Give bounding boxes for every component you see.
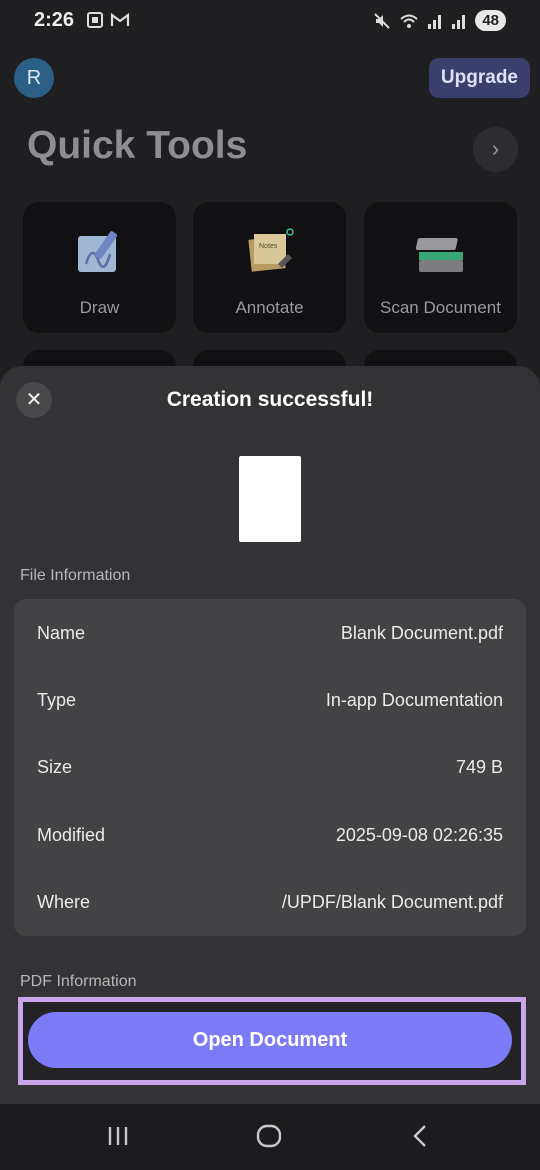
info-row-name: Name Blank Document.pdf [14, 599, 526, 666]
creation-success-sheet: ✕ Creation successful! File Information … [0, 366, 540, 1106]
tool-card-draw[interactable]: Draw [23, 202, 176, 333]
screenshot-icon [87, 12, 103, 28]
signal-icon [428, 14, 442, 29]
info-key: Modified [37, 825, 106, 845]
document-thumbnail [239, 456, 301, 542]
tool-label: Draw [79, 298, 120, 317]
home-icon[interactable] [256, 1124, 282, 1148]
svg-text:Notes: Notes [259, 243, 278, 250]
battery-indicator: 48 [475, 10, 506, 31]
info-value: In-app Documentation [325, 690, 503, 710]
sheet-title: Creation successful! [166, 388, 374, 411]
mute-icon [374, 12, 391, 29]
info-value: /UPDF/Blank Document.pdf [281, 892, 503, 912]
status-time: 2:26 [34, 9, 75, 31]
tool-label: Scan Document [380, 298, 501, 317]
signal-icon [452, 14, 466, 29]
info-value: 2025-09-08 02:26:35 [335, 825, 503, 845]
gmail-icon [110, 12, 130, 26]
info-row-where: Where /UPDF/Blank Document.pdf [14, 868, 526, 935]
tool-card-scan-document[interactable]: Scan Document [364, 202, 517, 333]
recent-apps-icon[interactable] [106, 1124, 130, 1148]
avatar[interactable]: R [14, 58, 54, 98]
annotate-icon: Notes [247, 228, 294, 272]
system-nav-bar [0, 1104, 540, 1170]
pdf-information-label: PDF Information [20, 973, 137, 990]
status-bar: 2:26 48 [0, 0, 540, 44]
info-value: Blank Document.pdf [340, 623, 503, 643]
file-info-card: Name Blank Document.pdf Type In-app Docu… [14, 599, 526, 936]
info-row-modified: Modified 2025-09-08 02:26:35 [14, 801, 526, 868]
tool-card-annotate[interactable]: Notes Annotate [193, 202, 346, 333]
info-value: 749 B [455, 757, 503, 777]
scanner-icon [415, 238, 463, 272]
tool-label: Annotate [235, 298, 304, 317]
info-row-size: Size 749 B [14, 733, 526, 800]
chevron-right-icon[interactable]: › [473, 127, 518, 172]
info-key: Where [37, 892, 91, 912]
file-information-label: File Information [20, 567, 131, 584]
info-key: Name [37, 623, 86, 643]
draw-icon [77, 231, 117, 272]
page-title: Quick Tools [27, 124, 248, 167]
wifi-icon [400, 14, 418, 28]
info-key: Type [37, 690, 77, 710]
open-document-button[interactable]: Open Document [28, 1012, 512, 1068]
info-row-type: Type In-app Documentation [14, 666, 526, 733]
back-icon[interactable] [410, 1124, 430, 1148]
upgrade-button[interactable]: Upgrade [428, 58, 530, 98]
info-key: Size [37, 757, 73, 777]
